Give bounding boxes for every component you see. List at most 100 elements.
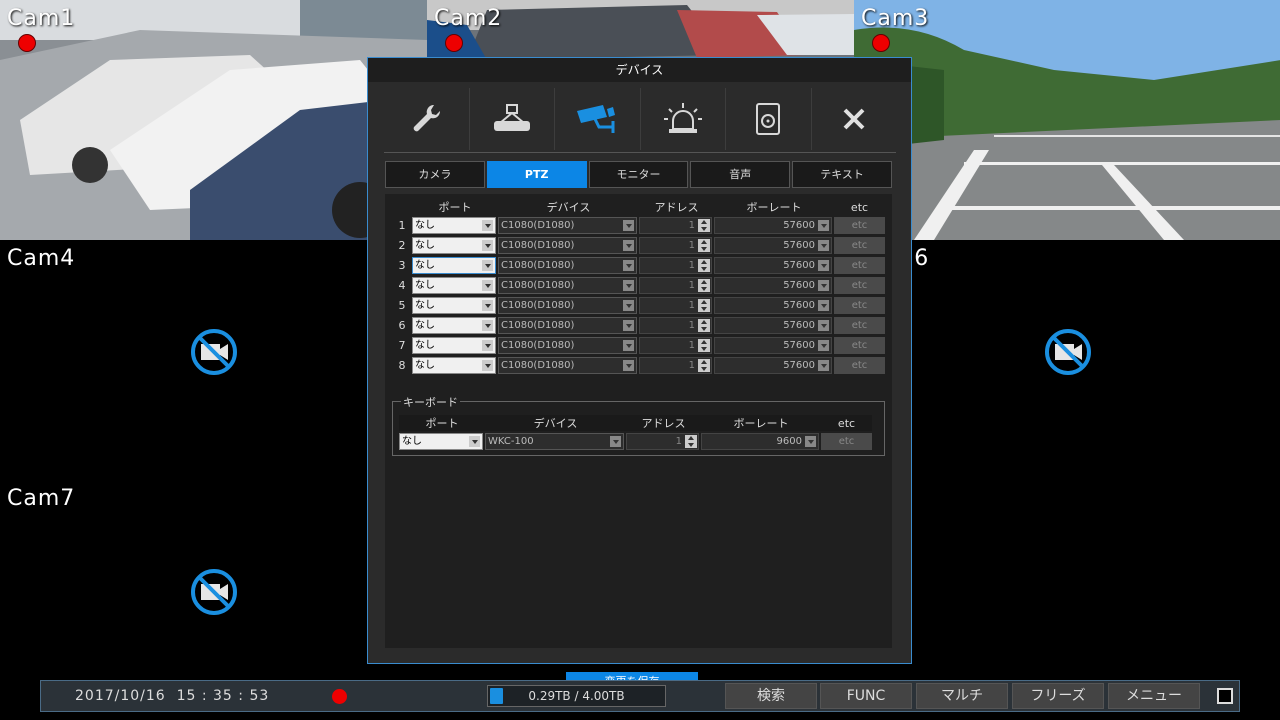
- toolbar-network-button[interactable]: [470, 88, 555, 150]
- chevron-down-icon: [818, 299, 829, 311]
- ptz-etc-button[interactable]: etc: [834, 236, 885, 254]
- tab-text[interactable]: テキスト: [792, 161, 892, 188]
- ptz-address-stepper[interactable]: 1: [639, 236, 712, 254]
- select-value: 9600: [776, 435, 802, 447]
- chevron-down-icon: [482, 319, 493, 331]
- ptz-device-select[interactable]: C1080(D1080): [498, 276, 637, 294]
- camera-tile-6[interactable]: Cam6: [854, 240, 1280, 480]
- chevron-down-icon: [482, 219, 493, 231]
- no-video-icon: [1045, 329, 1091, 375]
- stepper-arrows-icon[interactable]: [698, 238, 710, 252]
- ptz-baud-select[interactable]: 57600: [714, 236, 832, 254]
- search-button[interactable]: 検索: [725, 683, 817, 709]
- fullscreen-toggle[interactable]: [1217, 688, 1233, 704]
- ptz-port-select[interactable]: なし: [412, 316, 496, 334]
- storage-disk-icon: [756, 103, 781, 135]
- keyboard-port-select[interactable]: なし: [399, 432, 483, 450]
- stepper-arrows-icon[interactable]: [698, 218, 710, 232]
- keyboard-address-stepper[interactable]: 1: [626, 432, 699, 450]
- ptz-port-select[interactable]: なし: [412, 236, 496, 254]
- ptz-baud-select[interactable]: 57600: [714, 336, 832, 354]
- ptz-port-select[interactable]: なし: [412, 336, 496, 354]
- tab-camera[interactable]: カメラ: [385, 161, 485, 188]
- device-tabs: カメラ PTZ モニター 音声 テキスト: [385, 161, 892, 188]
- row-number: 4: [398, 278, 406, 292]
- menu-button[interactable]: メニュー: [1108, 683, 1200, 709]
- ptz-baud-select[interactable]: 57600: [714, 256, 832, 274]
- stepper-arrows-icon[interactable]: [698, 338, 710, 352]
- tab-ptz[interactable]: PTZ: [486, 161, 587, 188]
- ptz-address-stepper[interactable]: 1: [639, 276, 712, 294]
- select-value: なし: [415, 279, 435, 291]
- keyboard-baud-select[interactable]: 9600: [701, 432, 819, 450]
- ptz-etc-button[interactable]: etc: [834, 356, 885, 374]
- stepper-value: 1: [688, 279, 695, 291]
- keyboard-etc-button[interactable]: etc: [821, 432, 872, 450]
- ptz-device-select[interactable]: C1080(D1080): [498, 316, 637, 334]
- tab-monitor[interactable]: モニター: [588, 161, 689, 188]
- select-value: C1080(D1080): [501, 359, 575, 371]
- alarm-icon: [663, 103, 702, 133]
- stepper-arrows-icon[interactable]: [698, 298, 710, 312]
- ptz-address-stepper[interactable]: 1: [639, 216, 712, 234]
- ptz-row: 5 なし C1080(D1080) 1 57600 etc: [392, 295, 885, 315]
- stepper-arrows-icon[interactable]: [698, 278, 710, 292]
- ptz-address-stepper[interactable]: 1: [639, 336, 712, 354]
- camera-tile-1[interactable]: Cam1: [0, 0, 427, 240]
- ptz-etc-button[interactable]: etc: [834, 216, 885, 234]
- ptz-device-select[interactable]: C1080(D1080): [498, 336, 637, 354]
- ptz-address-stepper[interactable]: 1: [639, 356, 712, 374]
- ptz-address-stepper[interactable]: 1: [639, 296, 712, 314]
- ptz-port-select[interactable]: なし: [412, 356, 496, 374]
- ptz-baud-select[interactable]: 57600: [714, 316, 832, 334]
- ptz-etc-button[interactable]: etc: [834, 256, 885, 274]
- ptz-port-select[interactable]: なし: [412, 216, 496, 234]
- chevron-down-icon: [818, 239, 829, 251]
- toolbar-storage-button[interactable]: [726, 88, 812, 150]
- ptz-table-header: ポート デバイス アドレス ボーレート etc: [392, 199, 885, 215]
- ptz-device-select[interactable]: C1080(D1080): [498, 356, 637, 374]
- func-button[interactable]: FUNC: [820, 683, 912, 709]
- keyboard-table-header: ポート デバイス アドレス ボーレート etc: [399, 415, 872, 431]
- multi-button[interactable]: マルチ: [916, 683, 1008, 709]
- ptz-etc-button[interactable]: etc: [834, 296, 885, 314]
- stepper-arrows-icon[interactable]: [698, 258, 710, 272]
- row-number: 8: [398, 358, 406, 372]
- ptz-etc-button[interactable]: etc: [834, 316, 885, 334]
- ptz-port-select[interactable]: なし: [412, 296, 496, 314]
- ptz-baud-select[interactable]: 57600: [714, 216, 832, 234]
- camera-tile-4[interactable]: Cam4: [0, 240, 427, 480]
- ptz-device-select[interactable]: C1080(D1080): [498, 216, 637, 234]
- ptz-baud-select[interactable]: 57600: [714, 356, 832, 374]
- stepper-arrows-icon[interactable]: [698, 318, 710, 332]
- tab-audio[interactable]: 音声: [690, 161, 791, 188]
- ptz-etc-button[interactable]: etc: [834, 336, 885, 354]
- freeze-button[interactable]: フリーズ: [1012, 683, 1104, 709]
- toolbar-wrench-button[interactable]: [384, 88, 470, 150]
- keyboard-device-select[interactable]: WKC-100: [485, 432, 624, 450]
- chevron-down-icon: [818, 339, 829, 351]
- stepper-arrows-icon[interactable]: [698, 358, 710, 372]
- ptz-row: 7 なし C1080(D1080) 1 57600 etc: [392, 335, 885, 355]
- ptz-port-select[interactable]: なし: [412, 276, 496, 294]
- camera-tile-3[interactable]: Cam3: [854, 0, 1280, 240]
- chevron-down-icon: [623, 279, 634, 291]
- ptz-port-select[interactable]: なし: [412, 256, 496, 274]
- recording-indicator-icon: [18, 34, 36, 52]
- toolbar-alarm-button[interactable]: [641, 88, 726, 150]
- chevron-down-icon: [482, 259, 493, 271]
- ptz-device-select[interactable]: C1080(D1080): [498, 296, 637, 314]
- ptz-address-stepper[interactable]: 1: [639, 256, 712, 274]
- ptz-device-select[interactable]: C1080(D1080): [498, 256, 637, 274]
- chevron-down-icon: [623, 339, 634, 351]
- header-device: デバイス: [546, 201, 591, 214]
- stepper-arrows-icon[interactable]: [685, 434, 697, 448]
- ptz-device-select[interactable]: C1080(D1080): [498, 236, 637, 254]
- ptz-baud-select[interactable]: 57600: [714, 276, 832, 294]
- ptz-address-stepper[interactable]: 1: [639, 316, 712, 334]
- ptz-baud-select[interactable]: 57600: [714, 296, 832, 314]
- toolbar-ptz-button[interactable]: [555, 88, 641, 150]
- dialog-close-button[interactable]: [812, 88, 897, 150]
- ptz-etc-button[interactable]: etc: [834, 276, 885, 294]
- camera-3-feed: [854, 0, 1280, 240]
